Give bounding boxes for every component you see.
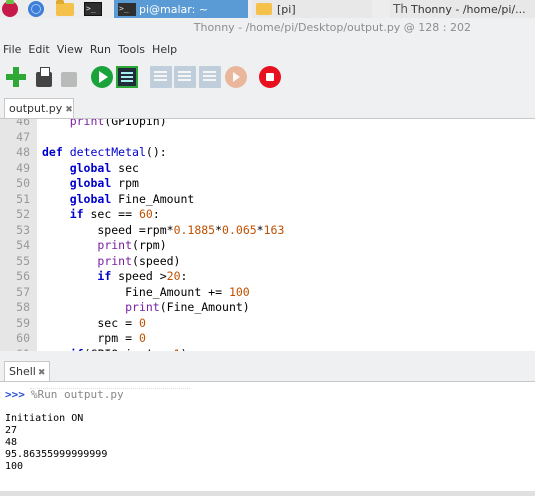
code-line: 48 def detectMetal(): [0, 145, 535, 161]
code-line: 60 rpm = 0 [0, 331, 535, 347]
code-text: print(GPIOpin) [69, 118, 167, 128]
step-out-icon[interactable] [199, 66, 221, 88]
line-number: 46 [16, 118, 30, 128]
file-manager-icon[interactable] [56, 0, 74, 16]
menu-edit[interactable]: Edit [27, 43, 50, 56]
code-text: print(Fine_Amount) [125, 300, 250, 314]
menu-tools[interactable]: Tools [117, 43, 146, 56]
code-line: 58 print(Fine_Amount) [0, 300, 535, 316]
code-line: 49 global sec [0, 161, 535, 177]
code-text: if speed >20: [97, 269, 188, 283]
line-number: 55 [16, 253, 30, 268]
tab-label: Shell [9, 365, 36, 378]
code-line: 54 print(rpm) [0, 238, 535, 254]
thonny-icon: Th [393, 2, 408, 16]
line-number: 47 [16, 129, 30, 144]
status-bar [0, 491, 535, 496]
code-line: 53 speed =rpm*0.1885*0.065*163 [0, 223, 535, 239]
code-text: global sec [69, 160, 139, 175]
tab-output-py[interactable]: output.py ✖ [4, 98, 74, 118]
shell-command-line: >>> %Run output.py [0, 389, 535, 401]
menu-run[interactable]: Run [89, 43, 112, 56]
taskbar-terminal-task[interactable]: pi@malar: ~ [114, 0, 248, 18]
line-number: 54 [16, 238, 30, 252]
code-line: 56 if speed >20: [0, 269, 535, 285]
code-line: 47 [0, 130, 535, 146]
line-number: 56 [16, 269, 30, 283]
taskbar-terminal-label: pi@malar: ~ [139, 2, 209, 16]
menu-view[interactable]: View [56, 43, 84, 56]
pane-splitter[interactable] [0, 351, 535, 361]
line-number: 58 [16, 300, 30, 314]
shell-output-line: 100 [5, 461, 24, 472]
code-text: rpm = 0 [42, 331, 146, 345]
shell-prompt: >>> [5, 388, 25, 401]
load-file-icon[interactable] [33, 66, 55, 88]
window-title: Thonny - /home/pi/Desktop/output.py @ 12… [0, 18, 535, 38]
code-text: Fine_Amount += 100 [42, 284, 250, 299]
raspberry-menu-icon[interactable] [2, 0, 18, 17]
resume-icon[interactable] [225, 66, 247, 88]
line-number: 60 [16, 331, 30, 345]
menubar: File Edit View Run Tools Help [0, 40, 535, 58]
new-file-icon[interactable] [5, 66, 27, 88]
tab-shell[interactable]: Shell ✖ [4, 361, 50, 381]
shell-output-line: 48 [5, 437, 18, 448]
code-line: 46 print(GPIOpin) [0, 118, 535, 130]
toolbar [0, 64, 535, 90]
line-number: 48 [16, 145, 30, 159]
step-into-icon[interactable] [174, 66, 196, 88]
shell-output-line: 95.86355999999999 [5, 449, 108, 460]
taskbar: pi@malar: ~ [pi] Th Thonny - /home/pi/..… [0, 0, 535, 19]
browser-icon[interactable] [28, 1, 44, 17]
line-number: 57 [16, 284, 30, 299]
run-icon[interactable] [91, 66, 113, 88]
close-tab-icon[interactable]: ✖ [38, 368, 46, 378]
tab-label: output.py [9, 102, 63, 115]
code-text: def detectMetal(): [42, 145, 167, 159]
terminal-icon[interactable] [84, 2, 102, 16]
taskbar-folder-label: [pi] [277, 2, 296, 16]
taskbar-thonny-task[interactable]: Th Thonny - /home/pi/... [390, 0, 535, 18]
stop-icon[interactable] [259, 66, 281, 88]
line-number: 49 [16, 160, 30, 175]
code-line: 59 sec = 0 [0, 316, 535, 332]
code-text: print(rpm) [97, 238, 167, 252]
folder-icon [256, 3, 272, 15]
code-text: sec = 0 [42, 315, 146, 330]
menu-help[interactable]: Help [151, 43, 178, 56]
menu-file[interactable]: File [2, 43, 22, 56]
code-line: 52 if sec == 60: [0, 207, 535, 223]
code-text: speed =rpm*0.1885*0.065*163 [42, 222, 285, 237]
line-number: 52 [16, 207, 30, 221]
code-editor[interactable]: 46 print(GPIOpin) 47 48 def detectMetal()… [0, 118, 535, 352]
step-over-icon[interactable] [150, 66, 172, 88]
save-file-icon[interactable] [58, 66, 80, 88]
shell-command: %Run output.py [30, 388, 124, 401]
taskbar-folder-task[interactable]: [pi] [252, 0, 372, 18]
shell-output-line: 27 [5, 425, 18, 436]
code-line: 55 print(speed) [0, 254, 535, 270]
shell-blank-line [0, 401, 535, 413]
shell-console[interactable]: >>> %Run output.py Initiation ON 27 48 9… [0, 381, 535, 492]
code-line: 57 Fine_Amount += 100 [0, 285, 535, 301]
line-number: 53 [16, 222, 30, 237]
terminal-icon [118, 2, 136, 16]
debug-icon[interactable] [116, 66, 138, 88]
code-text: global Fine_Amount [69, 191, 195, 206]
code-text: if sec == 60: [69, 207, 160, 221]
line-number: 51 [16, 191, 30, 206]
line-number: 50 [16, 176, 30, 190]
line-number: 59 [16, 315, 30, 330]
close-tab-icon[interactable]: ✖ [65, 105, 73, 115]
code-line: 51 global Fine_Amount [0, 192, 535, 208]
code-line: 50 global rpm [0, 176, 535, 192]
shell-output-line: Initiation ON [5, 413, 84, 424]
taskbar-thonny-label: Thonny - /home/pi/... [411, 2, 526, 16]
code-text: print(speed) [97, 253, 181, 268]
code-text: global rpm [69, 176, 139, 190]
